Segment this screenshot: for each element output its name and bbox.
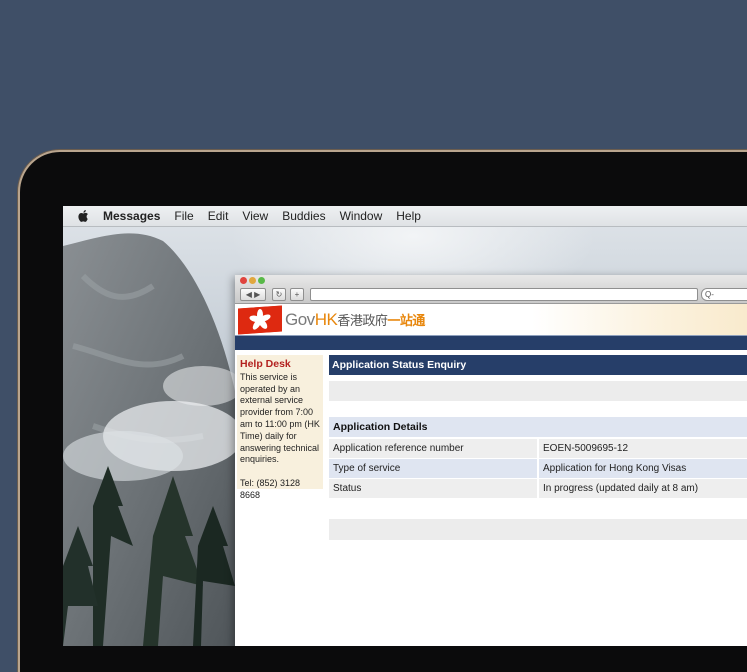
table-row: Application reference number EOEN-500969… (329, 439, 747, 458)
zoom-window-button[interactable] (258, 277, 265, 284)
logo-gov-text: Gov (285, 310, 315, 329)
row-value: Application for Hong Kong Visas (539, 459, 747, 478)
main-content: Application Status Enquiry Application D… (329, 355, 747, 540)
table-row: Status In progress (updated daily at 8 a… (329, 479, 747, 498)
minimize-window-button[interactable] (249, 277, 256, 284)
details-heading: Application Details (329, 417, 747, 437)
govhk-banner: GovHK香港政府一站通 (235, 304, 747, 335)
hk-flag-icon (238, 305, 282, 335)
close-window-button[interactable] (240, 277, 247, 284)
help-desk-panel: Help Desk This service is operated by an… (237, 355, 323, 500)
back-forward-button[interactable]: ◀ ▶ (240, 288, 266, 301)
page-title: Application Status Enquiry (329, 355, 747, 375)
help-desk-title: Help Desk (240, 358, 291, 370)
help-desk-text: This service is operated by an external … (240, 371, 320, 465)
row-label: Type of service (329, 459, 539, 478)
mac-menubar: Messages File Edit View Buddies Window H… (63, 206, 747, 227)
footer-box (329, 519, 747, 540)
row-value: EOEN-5009695-12 (539, 439, 747, 458)
logo-chinese-accent-text: 一站通 (387, 314, 425, 329)
details-table: Application reference number EOEN-500969… (329, 438, 747, 499)
browser-toolbar: ◀ ▶ ↻ + Q- (235, 275, 747, 304)
menu-view[interactable]: View (242, 209, 268, 223)
site-nav-strip (235, 335, 747, 350)
menu-buddies[interactable]: Buddies (282, 209, 325, 223)
search-field[interactable]: Q- (701, 288, 747, 301)
menu-window[interactable]: Window (340, 209, 383, 223)
desktop-screen: Messages File Edit View Buddies Window H… (63, 206, 747, 646)
row-label: Application reference number (329, 439, 539, 458)
logo-chinese-text: 香港政府 (337, 314, 388, 329)
logo-hk-text: HK (314, 310, 338, 329)
menu-file[interactable]: File (174, 209, 193, 223)
apple-logo-icon[interactable] (77, 209, 89, 223)
row-label: Status (329, 479, 539, 498)
add-bookmark-icon[interactable]: + (290, 288, 304, 301)
help-desk-phone: Tel: (852) 3128 8668 (240, 478, 301, 500)
info-box (329, 381, 747, 401)
menu-app-name[interactable]: Messages (103, 209, 160, 223)
menu-help[interactable]: Help (396, 209, 421, 223)
address-bar[interactable] (310, 288, 698, 301)
menu-edit[interactable]: Edit (208, 209, 229, 223)
reload-icon[interactable]: ↻ (272, 288, 286, 301)
row-value: In progress (updated daily at 8 am) (539, 479, 747, 498)
govhk-logo[interactable]: GovHK香港政府一站通 (285, 310, 425, 330)
table-row: Type of service Application for Hong Kon… (329, 459, 747, 478)
browser-window: ◀ ▶ ↻ + Q- GovHK香港政府一站通 Help Desk This s… (235, 275, 747, 646)
